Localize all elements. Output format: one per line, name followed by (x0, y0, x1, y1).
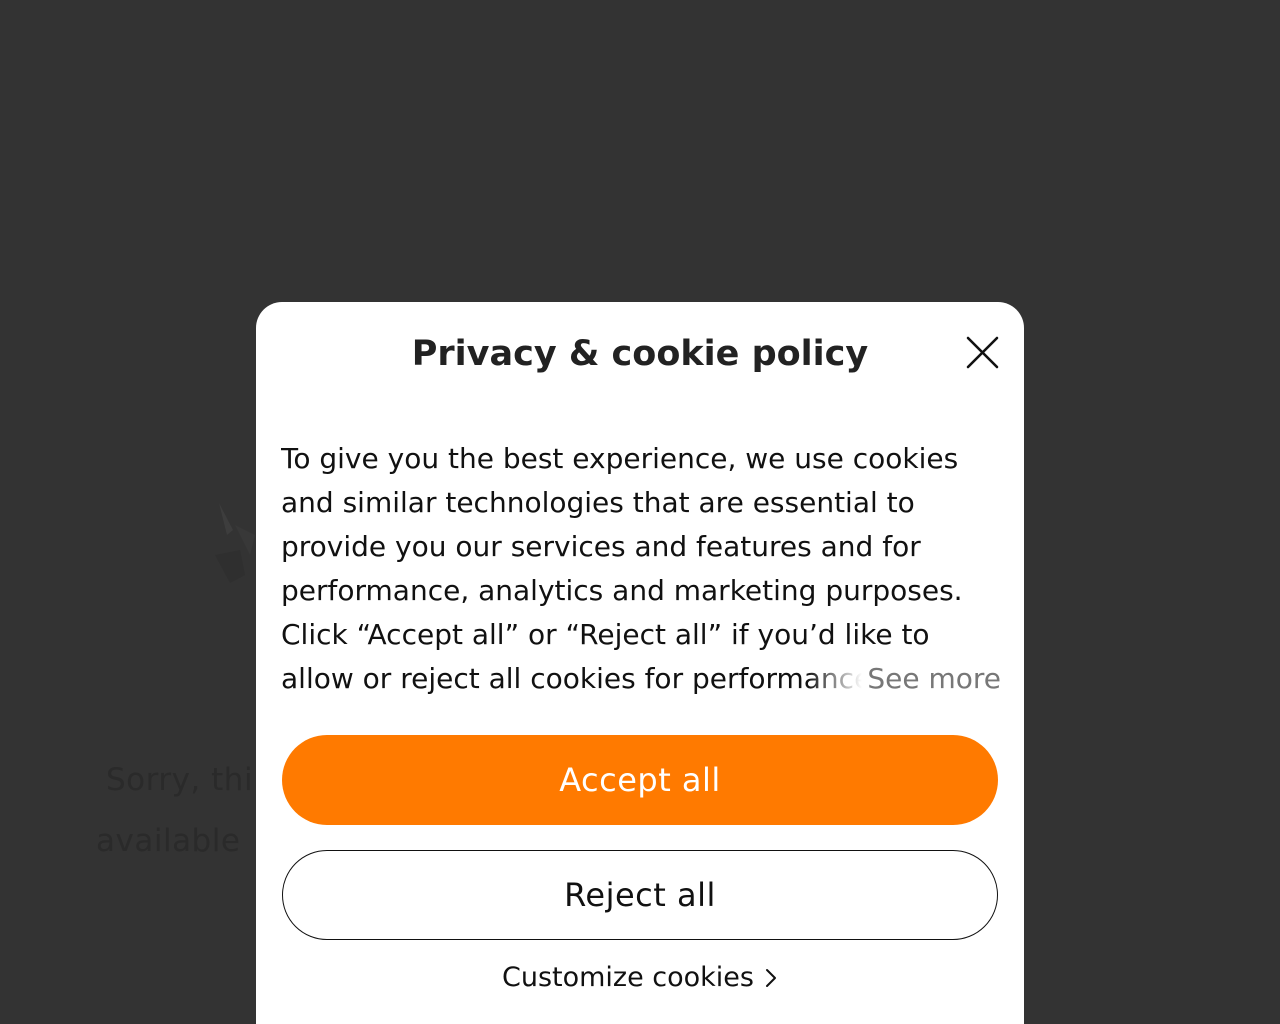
reject-all-label: Reject all (564, 876, 716, 914)
accept-all-label: Accept all (559, 761, 721, 799)
see-more-link[interactable]: See more (807, 657, 1001, 701)
chevron-right-icon (764, 967, 778, 989)
dialog-description: To give you the best experience, we use … (281, 437, 1001, 701)
customize-cookies-label: Customize cookies (501, 962, 754, 993)
accept-all-button[interactable]: Accept all (282, 735, 998, 825)
background-message-line: Sorry, thi (106, 762, 254, 798)
cookie-policy-dialog: Privacy & cookie policy To give you the … (256, 302, 1024, 1024)
close-icon (964, 334, 1002, 372)
close-button[interactable] (964, 334, 1002, 372)
dialog-title: Privacy & cookie policy (411, 334, 869, 374)
reject-all-button[interactable]: Reject all (282, 850, 998, 940)
background-message-line: available (96, 823, 241, 859)
customize-cookies-link[interactable]: Customize cookies (256, 962, 1024, 993)
page: Sorry, thi available Privacy & cookie po… (0, 0, 1280, 1024)
